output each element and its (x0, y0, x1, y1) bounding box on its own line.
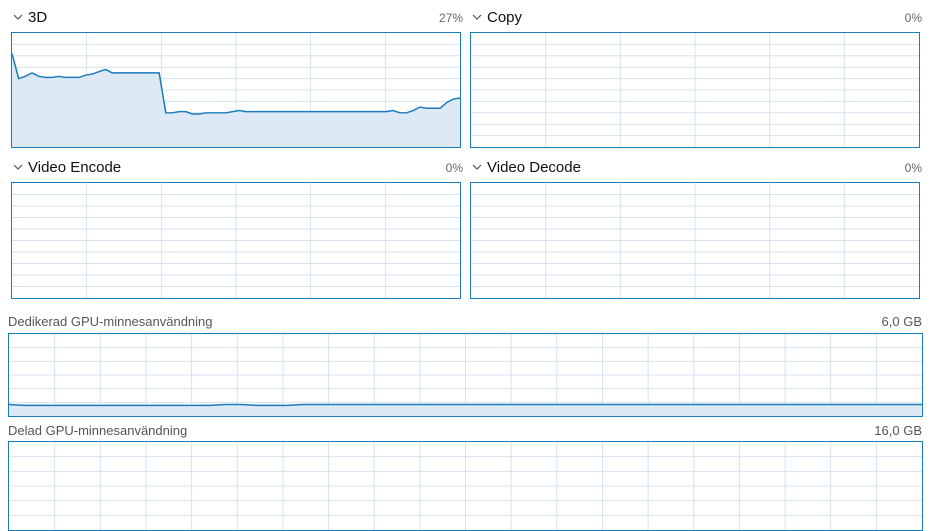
chevron-down-icon[interactable] (12, 160, 24, 172)
engine-graph-3d (11, 32, 461, 148)
engine-title: Copy (487, 9, 523, 26)
chevron-down-icon[interactable] (471, 160, 483, 172)
dedicated-memory-usage-area (9, 404, 922, 416)
shared-memory-value: 16,0 GB (874, 423, 922, 438)
engine-title: Video Decode (487, 159, 581, 176)
engine-title: 3D (28, 9, 48, 26)
engine-percent: 0% (445, 161, 463, 175)
dedicated-memory-label: Dedikerad GPU-minnesanvändning (8, 314, 213, 329)
engine-header-video-decode[interactable]: Video Decode 0% (471, 158, 922, 178)
engine-header-video-encode[interactable]: Video Encode 0% (12, 158, 463, 178)
shared-memory-graph (8, 441, 923, 531)
engine-graph-copy (470, 32, 920, 148)
engine-percent: 0% (904, 161, 922, 175)
engine-header-copy[interactable]: Copy 0% (471, 8, 922, 28)
engine-header-3d[interactable]: 3D 27% (12, 8, 463, 28)
dedicated-memory-value: 6,0 GB (881, 314, 922, 329)
engine-percent: 27% (438, 11, 463, 25)
chevron-down-icon[interactable] (471, 10, 483, 22)
chevron-down-icon[interactable] (12, 10, 24, 22)
engine-title: Video Encode (28, 159, 122, 176)
engine-percent: 0% (904, 11, 922, 25)
engine-graph-video-encode (11, 182, 461, 299)
dedicated-memory-graph (8, 333, 923, 417)
shared-memory-label: Delad GPU-minnesanvändning (8, 423, 188, 438)
engine-graph-video-decode (470, 182, 920, 299)
